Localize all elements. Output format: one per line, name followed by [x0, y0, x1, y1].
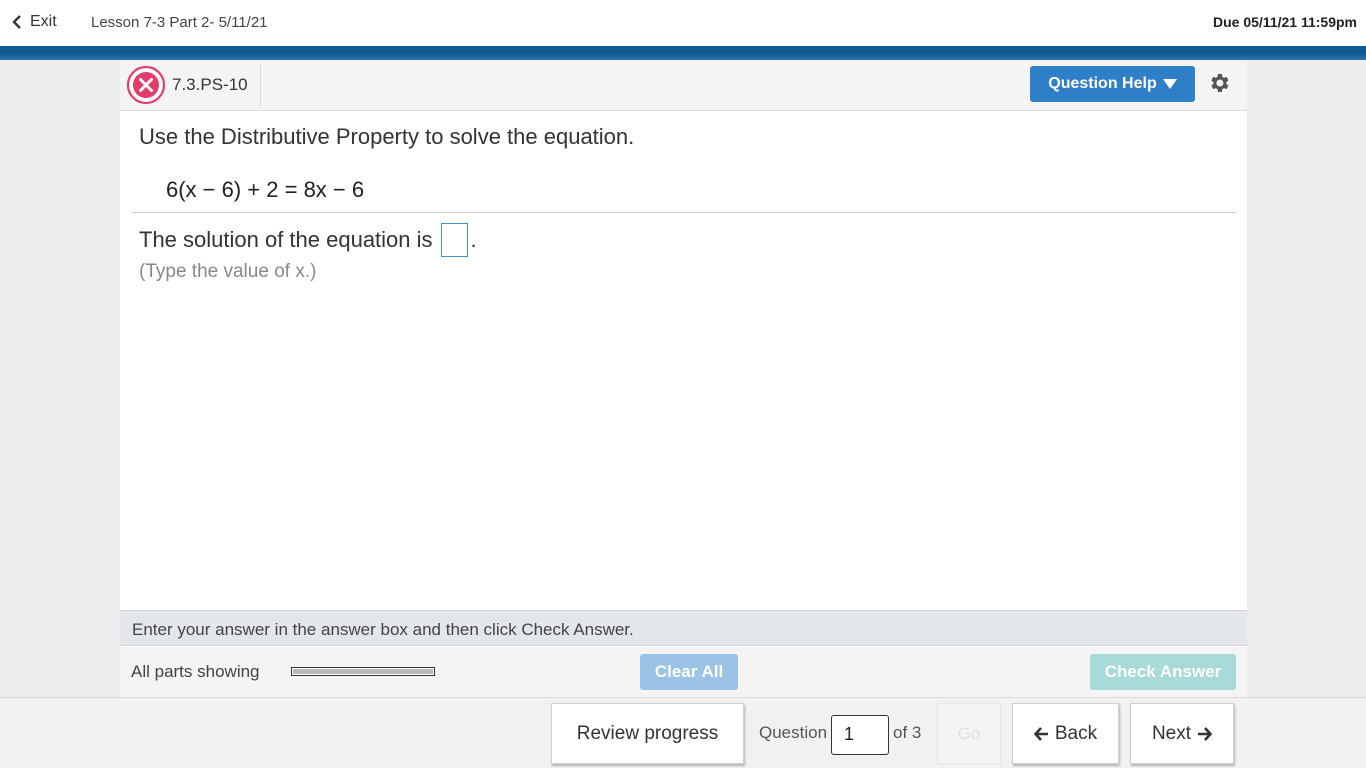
- back-label: Back: [1054, 722, 1098, 744]
- solution-line: The solution of the equation is .: [139, 223, 477, 257]
- review-progress-label: Review progress: [576, 722, 719, 744]
- exit-button[interactable]: Exit: [9, 13, 57, 31]
- exit-label: Exit: [30, 13, 57, 30]
- back-button[interactable]: Back: [1012, 703, 1119, 764]
- review-progress-button[interactable]: Review progress: [551, 703, 744, 764]
- status-bar: Enter your answer in the answer box and …: [120, 610, 1247, 646]
- question-help-label: Question Help: [1048, 75, 1157, 92]
- arrow-right-icon: [1198, 726, 1213, 741]
- brand-band: [0, 46, 1366, 60]
- header-divider: [260, 64, 261, 106]
- question-id: 7.3.PS-10: [172, 75, 248, 94]
- progress-fill: [293, 669, 433, 674]
- caret-down-icon: [1162, 79, 1177, 89]
- parts-progress-bar: [291, 667, 435, 676]
- parts-label: All parts showing: [131, 662, 260, 681]
- answer-hint: (Type the value of x.): [139, 261, 317, 282]
- question-nav-label: Question: [759, 723, 828, 742]
- question-help-button[interactable]: Question Help: [1030, 66, 1195, 102]
- question-number-input[interactable]: 1: [831, 715, 889, 755]
- lesson-title: Lesson 7-3 Part 2- 5/11/21: [91, 14, 268, 31]
- next-button[interactable]: Next: [1130, 703, 1234, 764]
- question-panel: 7.3.PS-10 Question Help Use the Distribu…: [120, 60, 1247, 697]
- solution-suffix: .: [470, 227, 477, 252]
- clear-all-button[interactable]: Clear All: [640, 654, 738, 690]
- chevron-left-icon: [12, 15, 21, 29]
- gear-icon[interactable]: [1207, 71, 1231, 95]
- arrow-left-icon: [1033, 726, 1048, 741]
- question-total: of 3: [893, 723, 922, 742]
- check-answer-button[interactable]: Check Answer: [1090, 654, 1236, 690]
- bottom-nav: Review progress Question 1 of 3 Go Back …: [0, 697, 1366, 768]
- question-instruction: Use the Distributive Property to solve t…: [139, 124, 635, 149]
- next-label: Next: [1151, 722, 1192, 744]
- incorrect-x-icon: [126, 65, 166, 105]
- due-date: Due 05/11/21 11:59pm: [1213, 14, 1357, 30]
- parts-row: All parts showing Clear All Check Answer: [120, 647, 1247, 697]
- solution-prefix: The solution of the equation is: [139, 227, 433, 252]
- top-bar: Exit Lesson 7-3 Part 2- 5/11/21 Due 05/1…: [0, 0, 1366, 46]
- go-button[interactable]: Go: [937, 703, 1001, 764]
- question-header: 7.3.PS-10 Question Help: [120, 60, 1247, 111]
- equation: 6(x − 6) + 2 = 8x − 6: [166, 177, 365, 202]
- answer-input[interactable]: [440, 223, 468, 257]
- status-message: Enter your answer in the answer box and …: [132, 620, 634, 639]
- content-divider: [132, 212, 1236, 213]
